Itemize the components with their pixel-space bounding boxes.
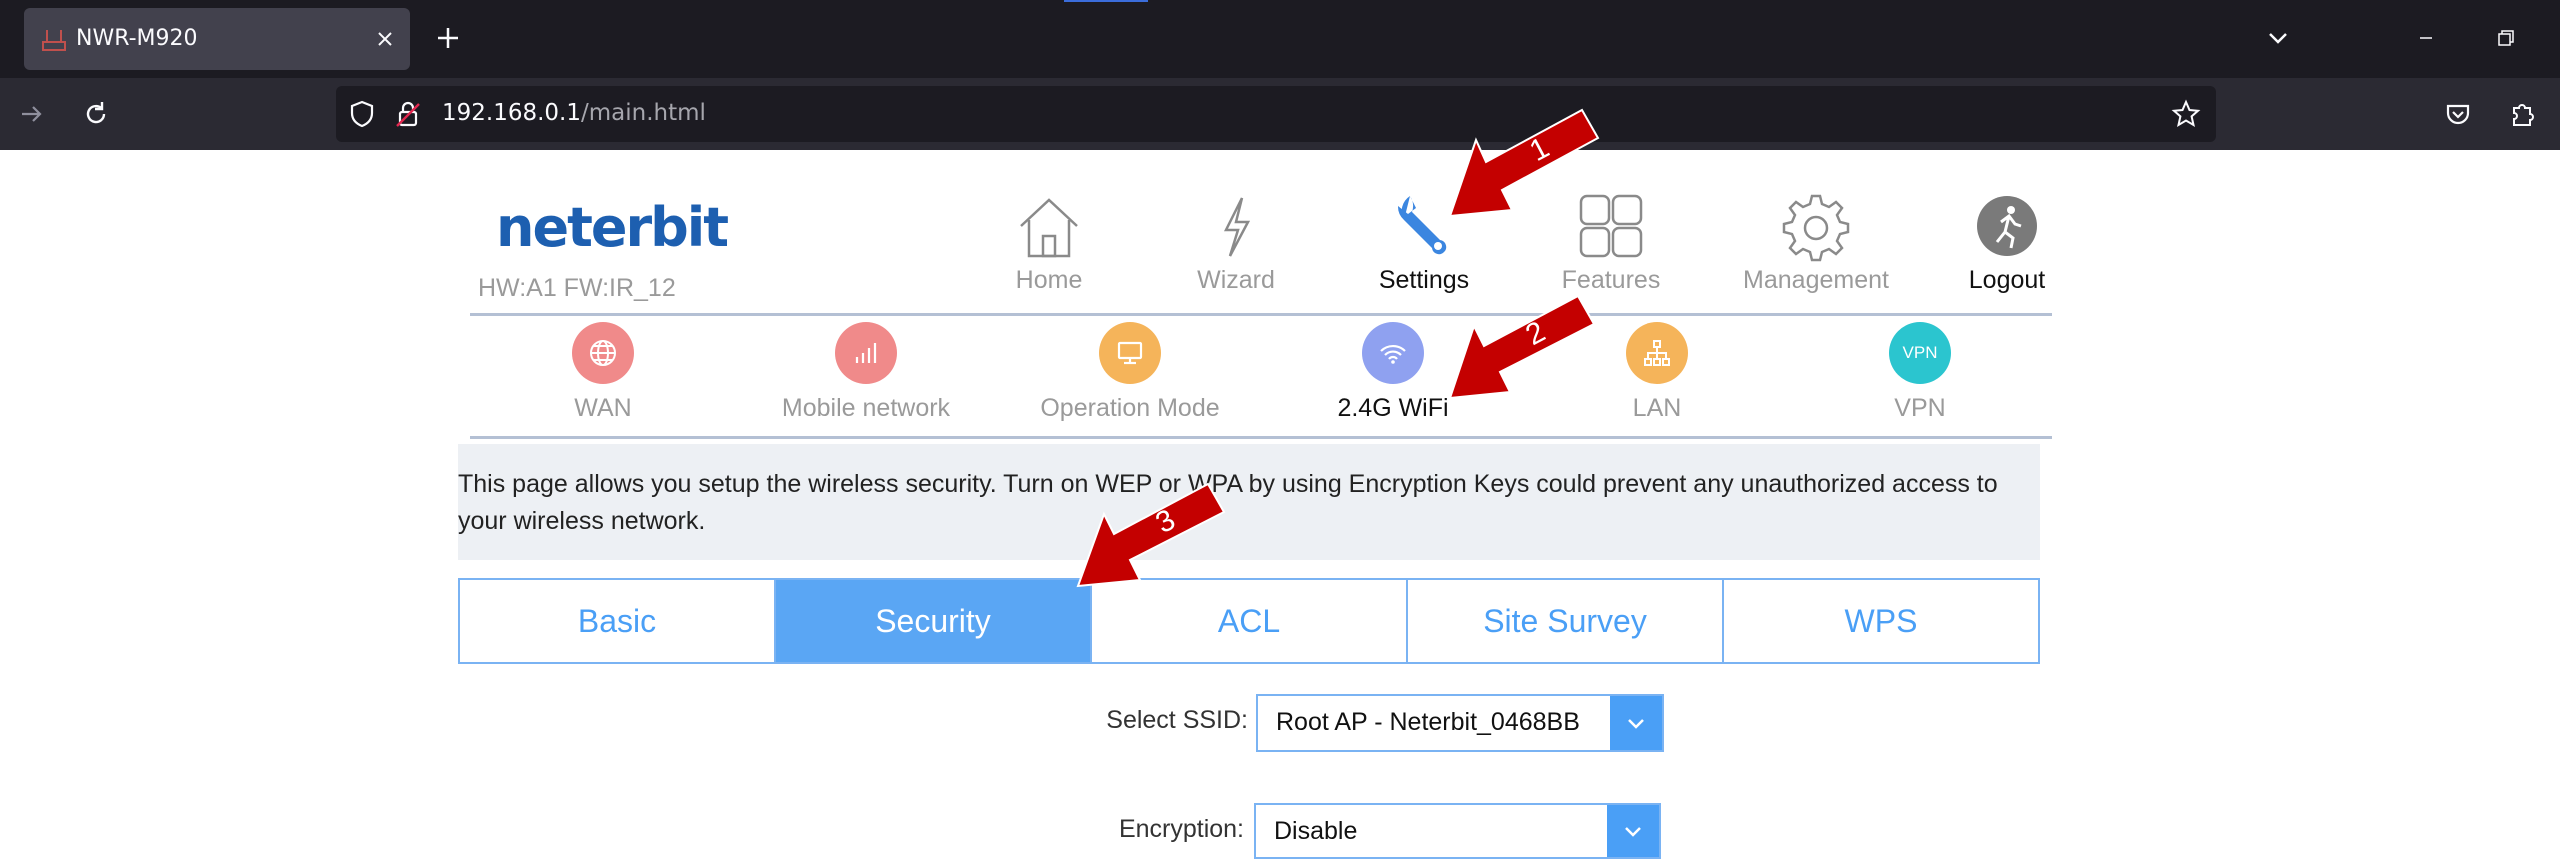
subnav-mobile-network-label: Mobile network <box>781 394 951 422</box>
description-text: This page allows you setup the wireless … <box>458 470 1998 535</box>
mobile-network-circle <box>835 322 897 384</box>
wifi-tab-bar: Basic Security ACL Site Survey WPS <box>458 578 2040 664</box>
subnav-vpn[interactable]: VPN VPN <box>1795 322 2045 426</box>
logout-runner-icon <box>1977 196 2037 256</box>
vpn-circle: VPN <box>1889 322 1951 384</box>
nav-management-label: Management <box>1743 266 1889 294</box>
firmware-info: HW:A1 FW:IR_12 <box>478 274 676 302</box>
home-icon <box>1020 198 1078 258</box>
ssid-select[interactable]: Root AP - Neterbit_0468BB <box>1256 694 1664 752</box>
encryption-label: Encryption: <box>1118 815 1244 843</box>
monitor-icon <box>1117 341 1143 365</box>
router-favicon-icon <box>42 30 66 51</box>
url-text: 192.168.0.1/main.html <box>442 100 706 126</box>
wifi-circle <box>1362 322 1424 384</box>
globe-icon <box>590 340 616 366</box>
reload-icon[interactable] <box>80 98 112 130</box>
tab-site-survey[interactable]: Site Survey <box>1408 580 1724 662</box>
nav-logout-label: Logout <box>1968 266 2046 294</box>
bookmark-star-icon[interactable] <box>2170 98 2202 130</box>
tab-title: NWR-M920 <box>76 26 198 51</box>
nav-management[interactable]: Management <box>1736 192 1896 304</box>
network-tree-icon <box>1644 340 1670 366</box>
nav-logout[interactable]: Logout <box>1927 192 2087 304</box>
lan-circle <box>1626 322 1688 384</box>
ssid-dropdown-button[interactable] <box>1610 696 1662 750</box>
annotation-arrow-1: 1 <box>1448 108 1600 218</box>
ssid-value: Root AP - Neterbit_0468BB <box>1276 708 1580 736</box>
tab-security[interactable]: Security <box>776 580 1092 662</box>
nav-divider <box>470 313 2052 316</box>
tab-basic[interactable]: Basic <box>460 580 776 662</box>
subnav-divider <box>470 436 2052 439</box>
encryption-value: Disable <box>1274 817 1358 845</box>
lightning-icon <box>1223 197 1251 257</box>
subnav-wan[interactable]: WAN <box>478 322 728 426</box>
url-host: 192.168.0.1 <box>442 100 581 126</box>
wifi-icon <box>1380 344 1406 364</box>
pocket-icon[interactable] <box>2442 98 2474 130</box>
encryption-dropdown-button[interactable] <box>1607 805 1659 857</box>
minimize-window-icon[interactable] <box>2410 22 2442 54</box>
chevron-down-icon <box>1625 827 1641 837</box>
address-bar[interactable]: 192.168.0.1/main.html <box>336 86 2216 142</box>
url-path: /main.html <box>581 100 706 126</box>
annotation-arrow-3: 3 <box>1076 482 1226 588</box>
vpn-badge-icon: VPN <box>1902 343 1938 362</box>
subnav-vpn-label: VPN <box>1894 394 1946 422</box>
browser-tab-strip: NWR-M920 <box>0 0 2560 78</box>
encryption-select[interactable]: Disable <box>1254 803 1661 859</box>
subnav-mobile-network[interactable]: Mobile network <box>741 322 991 426</box>
gear-icon <box>1782 194 1850 262</box>
tab-wps[interactable]: WPS <box>1724 580 2038 662</box>
subnav-wan-label: WAN <box>574 394 632 422</box>
browser-nav-bar: 192.168.0.1/main.html <box>0 78 2560 150</box>
neterbit-logo: neterbit <box>496 196 729 259</box>
browser-tab[interactable]: NWR-M920 <box>24 8 410 70</box>
annotation-arrow-2: 2 <box>1448 294 1596 400</box>
operation-mode-circle <box>1099 322 1161 384</box>
close-tab-icon[interactable] <box>370 24 400 54</box>
new-tab-plus-icon[interactable] <box>432 22 464 54</box>
nav-home[interactable]: Home <box>969 192 1129 304</box>
nav-home-label: Home <box>1015 266 1083 294</box>
restore-window-icon[interactable] <box>2490 22 2522 54</box>
nav-features-label: Features <box>1561 266 1661 294</box>
description-panel: This page allows you setup the wireless … <box>458 444 2040 560</box>
subnav-operation-mode-label: Operation Mode <box>1040 394 1220 422</box>
tracking-shield-icon[interactable] <box>346 98 378 130</box>
nav-settings-label: Settings <box>1378 266 1470 294</box>
insecure-lock-icon[interactable] <box>392 98 424 130</box>
forward-arrow-icon[interactable] <box>16 98 48 130</box>
wan-circle <box>572 322 634 384</box>
chevron-down-icon <box>1628 719 1644 729</box>
subnav-operation-mode[interactable]: Operation Mode <box>1005 322 1255 426</box>
nav-wizard-label: Wizard <box>1197 266 1275 294</box>
tab-loading-indicator <box>1064 0 1148 2</box>
signal-bars-icon <box>855 343 877 363</box>
select-ssid-label: Select SSID: <box>1106 706 1248 734</box>
extensions-puzzle-icon[interactable] <box>2506 98 2538 130</box>
chevron-down-icon[interactable] <box>2262 22 2294 54</box>
nav-wizard[interactable]: Wizard <box>1156 192 1316 304</box>
